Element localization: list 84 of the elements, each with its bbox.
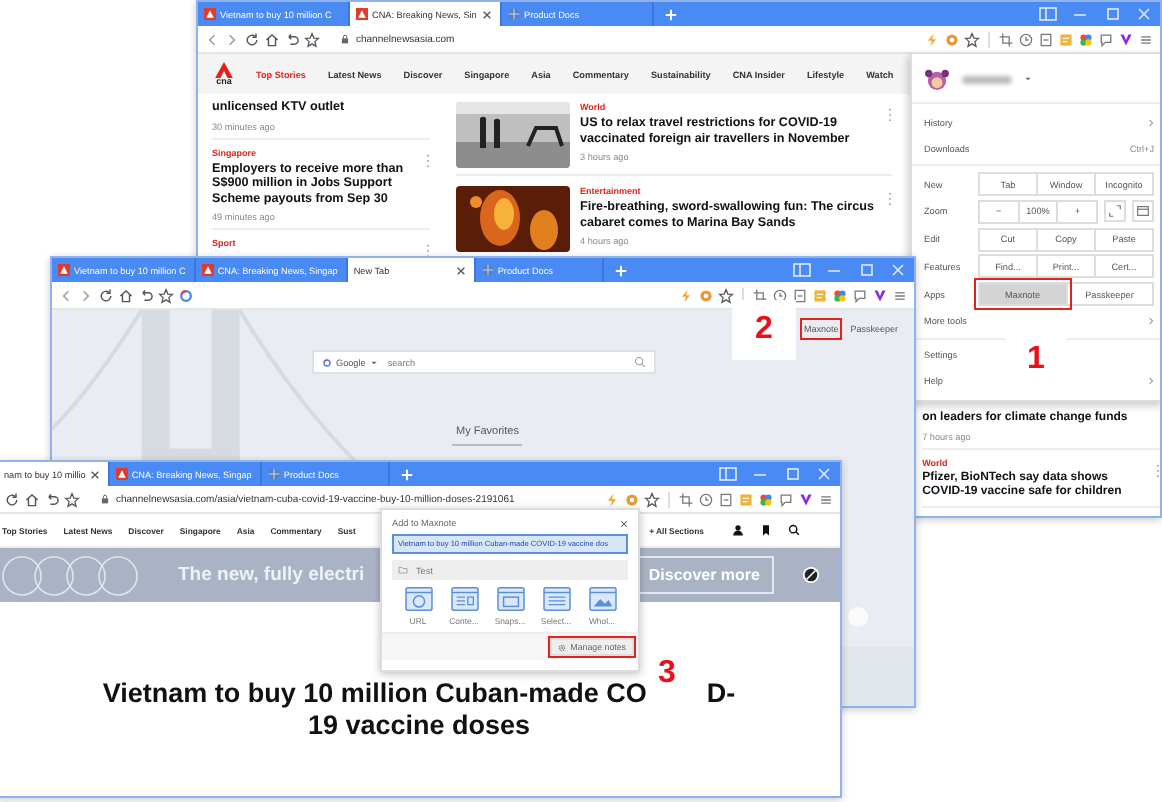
menu-icon[interactable]: [1138, 31, 1154, 47]
new-tab-icon[interactable]: [399, 467, 414, 481]
chevron-logo-icon[interactable]: [1118, 31, 1134, 47]
reload-icon[interactable]: [244, 31, 260, 47]
gear-icon: [558, 643, 567, 651]
article-headline: 19 vaccine doses: [307, 710, 531, 742]
reload-icon[interactable]: [98, 287, 114, 303]
undo-icon[interactable]: [284, 31, 300, 47]
close-icon[interactable]: [482, 9, 492, 19]
home-icon[interactable]: [118, 287, 134, 303]
globe-icon: [508, 8, 520, 20]
chevron-logo-icon[interactable]: [872, 287, 888, 303]
article-headline: D-: [706, 678, 736, 710]
back-icon[interactable]: [204, 31, 220, 47]
star-icon[interactable]: [304, 31, 320, 47]
logo-icon: [214, 61, 234, 78]
globe-icon: [267, 468, 280, 480]
close-icon[interactable]: [455, 265, 466, 275]
sidebar-icon[interactable]: [792, 262, 812, 278]
bookmark-icon[interactable]: [760, 524, 772, 536]
star-icon[interactable]: [158, 287, 174, 303]
flower-icon[interactable]: [832, 287, 848, 303]
new-tab-icon[interactable]: [664, 7, 678, 21]
blurred-name: [962, 75, 1012, 83]
menu-icon[interactable]: [892, 287, 908, 303]
chat-icon[interactable]: [1098, 31, 1114, 47]
site-icon: [58, 264, 70, 276]
clock-icon[interactable]: [1018, 31, 1034, 47]
crop-icon[interactable]: [678, 491, 694, 507]
menu-icon[interactable]: [818, 491, 834, 507]
crop-icon[interactable]: [752, 287, 768, 303]
document-icon[interactable]: [1038, 31, 1054, 47]
bolt-icon[interactable]: [678, 287, 694, 303]
screen-button[interactable]: [1132, 200, 1154, 223]
google-icon: [322, 357, 332, 367]
star-icon[interactable]: [964, 31, 980, 47]
close-icon[interactable]: [620, 519, 628, 527]
step-number: 2: [732, 300, 796, 360]
close-icon[interactable]: [89, 469, 100, 479]
bolt-icon[interactable]: [924, 31, 940, 47]
fullscreen-button[interactable]: [1104, 200, 1126, 223]
expand-icon: [1108, 204, 1122, 219]
sidebar-icon[interactable]: [718, 466, 738, 482]
caret-icon[interactable]: [1024, 76, 1032, 82]
search-icon[interactable]: [788, 524, 800, 536]
home-icon[interactable]: [24, 491, 40, 507]
undo-icon[interactable]: [138, 287, 154, 303]
avatar-icon[interactable]: [924, 68, 950, 90]
site-icon: [356, 8, 368, 20]
banner-text: The new, fully electri: [178, 564, 365, 586]
chat-icon[interactable]: [778, 491, 794, 507]
maximize-icon[interactable]: [1102, 6, 1122, 22]
undo-icon[interactable]: [44, 491, 60, 507]
chevron-logo-icon[interactable]: [798, 491, 814, 507]
crop-icon[interactable]: [998, 31, 1014, 47]
new-tab-icon[interactable]: [613, 263, 628, 277]
article-headline: Vietnam to buy 10 million Cuban-made CO: [102, 678, 647, 710]
site-icon: [204, 8, 216, 20]
flower-icon[interactable]: [758, 491, 774, 507]
flower-icon[interactable]: [1078, 31, 1094, 47]
back-icon[interactable]: [58, 287, 74, 303]
lock-icon: [100, 494, 110, 504]
reload-icon[interactable]: [4, 491, 20, 507]
star-icon[interactable]: [64, 491, 80, 507]
folder-icon: [398, 566, 408, 574]
chat-icon[interactable]: [852, 287, 868, 303]
sidebar-icon[interactable]: [1038, 6, 1058, 22]
star-icon[interactable]: [718, 287, 734, 303]
maximize-icon[interactable]: [782, 466, 802, 482]
globe-icon: [481, 264, 494, 276]
document-icon[interactable]: [718, 491, 734, 507]
user-icon[interactable]: [732, 524, 744, 536]
site-icon: [115, 468, 128, 480]
lock-icon: [340, 34, 350, 44]
star-icon[interactable]: [644, 491, 660, 507]
site-icon: [201, 264, 214, 276]
home-icon[interactable]: [264, 31, 280, 47]
badge-icon: [802, 566, 820, 584]
window-icon: [1136, 204, 1150, 219]
google-icon: [178, 287, 194, 303]
clock-icon[interactable]: [698, 491, 714, 507]
clock-icon[interactable]: [772, 287, 788, 303]
document-icon[interactable]: [792, 287, 808, 303]
maximize-icon[interactable]: [856, 262, 876, 278]
